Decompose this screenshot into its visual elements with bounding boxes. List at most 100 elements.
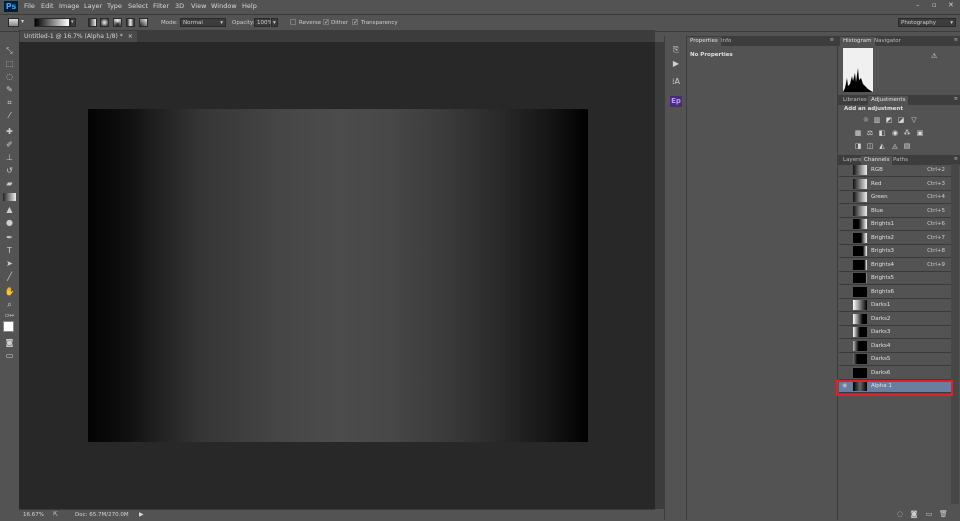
marquee-tool-icon[interactable]: ⬚ [3,58,16,69]
channel-mixer-icon[interactable]: ⁂ [903,129,911,137]
workspace-select[interactable]: Photography ▾ [898,18,956,27]
status-menu-icon[interactable]: ▶ [139,511,144,518]
visibility-eye-icon[interactable] [842,355,850,363]
visibility-eye-icon[interactable] [842,288,850,296]
channel-row[interactable]: Brights6 [839,286,951,299]
menu-filter[interactable]: Filter [153,2,169,10]
channel-row[interactable]: Red Ctrl+3 [839,178,951,191]
diamond-gradient-icon[interactable] [139,18,148,27]
vibrance-icon[interactable]: ▽ [910,116,918,124]
menu-window[interactable]: Window [211,2,237,10]
warning-icon[interactable]: ⚠ [931,52,937,60]
type-tool-icon[interactable]: T [3,245,16,256]
channel-row[interactable]: Darks6 [839,367,951,380]
visibility-eye-icon[interactable] [842,193,850,201]
channel-row[interactable]: Brights1 Ctrl+6 [839,218,951,231]
channel-row[interactable]: Darks2 [839,313,951,326]
vertical-scrollbar[interactable] [655,42,664,509]
menu-type[interactable]: Type [107,2,122,10]
close-icon[interactable]: ✕ [948,1,954,9]
gradient-map-icon[interactable]: ▤ [903,142,911,150]
invert-icon[interactable]: ◨ [854,142,862,150]
history-brush-tool-icon[interactable]: ↺ [3,165,16,176]
gradient-dropdown-icon[interactable]: ▾ [70,18,76,27]
tab-properties[interactable]: Properties [687,37,721,46]
eraser-tool-icon[interactable]: ▰ [3,178,16,189]
visibility-eye-icon[interactable] [842,328,850,336]
panel-menu-icon[interactable]: ≡ [954,156,958,162]
tab-histogram[interactable]: Histogram [840,37,875,46]
threshold-icon[interactable]: ◭ [878,142,886,150]
channel-row[interactable]: Darks4 [839,340,951,353]
extension-ep-icon[interactable]: Ep [670,96,682,107]
reflected-gradient-icon[interactable] [126,18,135,27]
visibility-eye-icon[interactable] [842,274,850,282]
channel-row[interactable]: Darks1 [839,299,951,312]
document-canvas[interactable] [88,109,588,442]
selective-color-icon[interactable]: ◬ [891,142,899,150]
photo-filter-icon[interactable]: ◉ [891,129,899,137]
tab-libraries[interactable]: Libraries [840,96,870,105]
hue-saturation-icon[interactable]: ▦ [854,129,862,137]
visibility-eye-icon[interactable] [842,207,850,215]
preset-dropdown-icon[interactable]: ▾ [21,18,24,25]
channel-row[interactable]: Darks3 [839,326,951,339]
tab-adjustments[interactable]: Adjustments [868,96,909,105]
lasso-tool-icon[interactable]: ◌ [3,71,16,82]
reverse-checkbox[interactable] [290,19,296,25]
visibility-eye-icon[interactable] [842,166,850,174]
zoom-level[interactable]: 16.67% [23,512,44,518]
color-balance-icon[interactable]: ⚖ [866,129,874,137]
curves-icon[interactable]: ◩ [885,116,893,124]
save-selection-icon[interactable]: ◙ [910,510,918,518]
visibility-eye-icon[interactable] [842,247,850,255]
channel-row[interactable]: Brights4 Ctrl+9 [839,259,951,272]
foreground-color-swatch[interactable] [3,321,14,332]
crop-tool-icon[interactable]: ⌗ [3,97,16,108]
channel-row[interactable]: RGB Ctrl+2 [839,164,951,177]
tab-info[interactable]: Info [718,37,734,46]
menu-select[interactable]: Select [128,2,148,10]
new-channel-icon[interactable]: ▭ [925,510,933,518]
angle-gradient-icon[interactable] [113,18,122,27]
restore-icon[interactable]: ▫ [932,1,937,9]
channel-row[interactable]: Brights2 Ctrl+7 [839,232,951,245]
visibility-eye-icon[interactable] [842,301,850,309]
menu-layer[interactable]: Layer [84,2,102,10]
menu-image[interactable]: Image [59,2,79,10]
panel-menu-icon[interactable]: ≡ [954,96,958,102]
linear-gradient-icon[interactable] [88,18,97,27]
visibility-eye-icon[interactable] [842,369,850,377]
menu-file[interactable]: File [24,2,35,10]
gradient-picker[interactable] [34,18,70,27]
screen-mode-icon[interactable]: ▭ [3,350,16,361]
panel-menu-icon[interactable]: ≡ [954,37,958,43]
blur-tool-icon[interactable]: ▲ [3,204,16,215]
quick-select-tool-icon[interactable]: ✎ [3,84,16,95]
tool-preset-icon[interactable] [8,18,19,27]
document-tab[interactable]: Untitled-1 @ 16.7% (Alpha 1/8) * × [20,31,137,42]
transparency-checkbox[interactable]: ✓ [352,19,358,26]
posterize-icon[interactable]: ◫ [866,142,874,150]
history-icon[interactable]: ⎘ [670,44,682,55]
visibility-eye-icon[interactable] [842,220,850,228]
dither-checkbox[interactable]: ✓ [323,19,329,26]
menu-help[interactable]: Help [242,2,257,10]
hand-tool-icon[interactable]: ✋ [3,286,16,297]
visibility-eye-icon[interactable] [842,180,850,188]
gradient-tool-icon[interactable] [3,193,16,201]
export-icon[interactable]: ⇱ [53,511,58,518]
black-white-icon[interactable]: ◧ [878,129,886,137]
clone-stamp-tool-icon[interactable]: ⊥ [3,152,16,163]
brush-tool-icon[interactable]: ✐ [3,139,16,150]
line-tool-icon[interactable]: ╱ [3,271,16,282]
actions-play-icon[interactable]: ▶ [670,58,682,69]
menu-3d[interactable]: 3D [175,2,184,10]
tab-navigator[interactable]: Navigator [871,37,904,46]
move-tool-icon[interactable]: ⤡ [3,45,16,56]
visibility-eye-icon[interactable] [842,342,850,350]
brightness-contrast-icon[interactable]: ☼ [862,116,870,124]
exposure-icon[interactable]: ◪ [897,116,905,124]
channels-scrollbar[interactable] [951,164,959,504]
visibility-eye-icon[interactable] [842,261,850,269]
